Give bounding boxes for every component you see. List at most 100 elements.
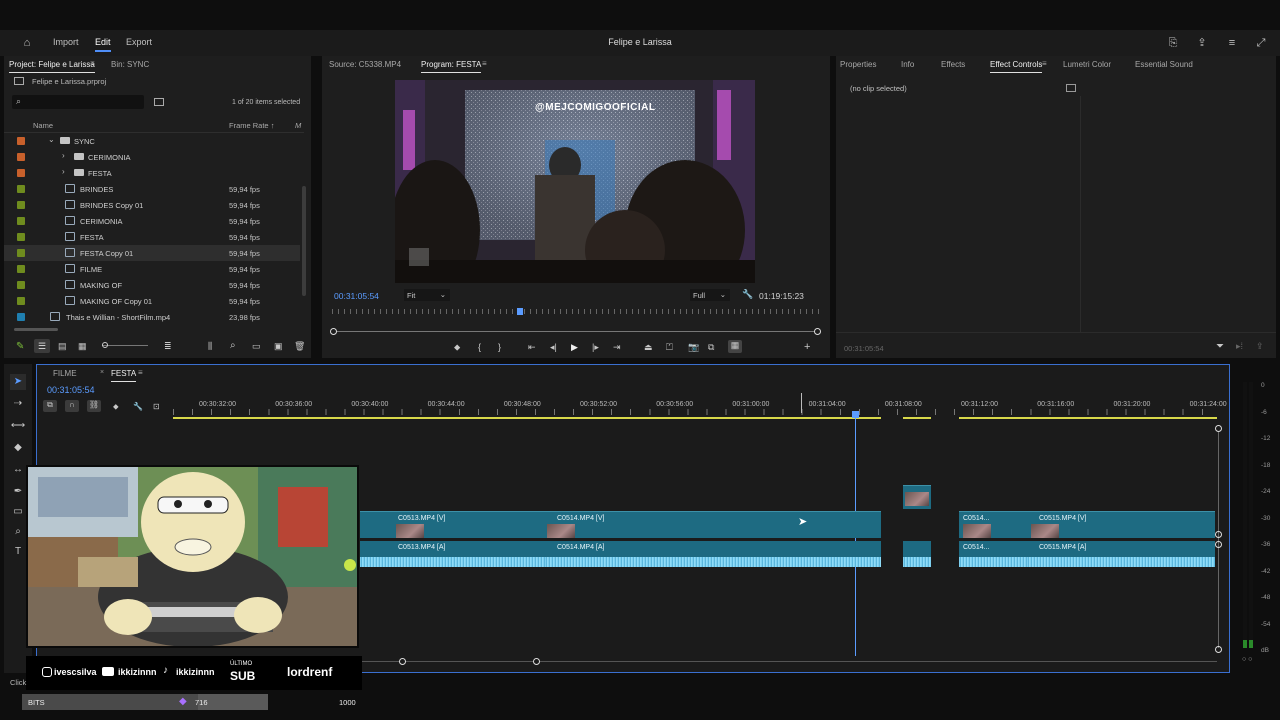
sort-icon[interactable]: ≣ <box>164 341 172 352</box>
fullscreen-icon[interactable]: ⤢ <box>1254 36 1268 50</box>
project-item[interactable]: BRINDES Copy 01 59,94 fps <box>4 197 300 213</box>
find-icon[interactable]: ⌕ <box>230 340 236 351</box>
slip-icon[interactable]: ↔ <box>10 462 26 478</box>
add-button-icon[interactable]: + <box>804 341 810 353</box>
trash-icon[interactable]: 🗑 <box>294 341 305 352</box>
label-color-swatch[interactable] <box>17 249 25 257</box>
tab-effects[interactable]: Effects <box>941 60 965 69</box>
clip-v2[interactable] <box>903 485 931 509</box>
menu-edit[interactable]: Edit <box>95 37 111 52</box>
clip-audio-1[interactable]: C0513.MP4 [A] <box>360 541 545 567</box>
quick-export-icon[interactable]: ⎘ <box>1166 36 1180 50</box>
clip-video-1[interactable]: C0513.MP4 [V] <box>360 511 545 538</box>
col-header-framerate[interactable]: Frame Rate ↑ <box>229 121 274 130</box>
scroll-right-handle[interactable] <box>533 658 540 665</box>
share-icon[interactable]: ⇪ <box>1195 36 1209 50</box>
menu-export[interactable]: Export <box>126 37 152 47</box>
filter-icon[interactable]: ⏷ <box>1216 341 1224 352</box>
selection-tool-icon[interactable]: ➤ <box>10 374 26 390</box>
clip-audio-3[interactable]: C0514... <box>959 541 1027 567</box>
project-hscroll[interactable] <box>14 328 58 331</box>
fit-dropdown[interactable]: Fit ⌄ <box>404 289 450 301</box>
zoom-end-handle[interactable] <box>814 328 821 335</box>
track-select-icon[interactable]: ⇢ <box>10 396 26 412</box>
step-forward-icon[interactable]: |▸ <box>592 342 599 353</box>
track-height-handle[interactable] <box>1215 541 1222 548</box>
pen-icon[interactable]: ✒ <box>10 484 26 500</box>
automate-icon[interactable]: ⫼ <box>208 341 212 352</box>
label-color-swatch[interactable] <box>17 281 25 289</box>
linked-selection-icon[interactable]: ⛓ <box>87 400 101 412</box>
tab-sequence-filme[interactable]: FILME <box>53 369 77 378</box>
work-area-bar[interactable] <box>173 417 881 419</box>
program-current-time[interactable]: 00:31:05:54 <box>334 291 379 301</box>
tab-bin-sync[interactable]: Bin: SYNC <box>111 60 149 69</box>
label-color-swatch[interactable] <box>17 217 25 225</box>
work-area-bar-segment[interactable] <box>959 417 1217 419</box>
type-icon[interactable]: T <box>10 544 26 560</box>
search-input[interactable]: ⌕ <box>12 95 144 109</box>
new-bin-bottom-icon[interactable]: ▭ <box>252 341 261 352</box>
horizontal-scroll-track[interactable] <box>357 661 1217 662</box>
freeform-view-icon[interactable]: ▦ <box>78 341 87 352</box>
new-item-icon[interactable]: ▣ <box>274 341 283 352</box>
quality-dropdown[interactable]: Full ⌄ <box>690 289 730 301</box>
step-back-icon[interactable]: ◂| <box>550 342 557 353</box>
list-view-icon[interactable]: ☰ <box>34 339 50 353</box>
safe-margins-icon[interactable]: ▦ <box>728 340 742 353</box>
zoom-slider-handle[interactable] <box>102 342 108 348</box>
zoom-start-handle[interactable] <box>330 328 337 335</box>
project-item[interactable]: › FESTA <box>4 165 300 181</box>
timeline-settings-icon[interactable]: 🔧 <box>133 402 143 411</box>
tab-lumetri-color[interactable]: Lumetri Color <box>1063 60 1111 69</box>
clip-video-3[interactable]: C0514... <box>959 511 1027 538</box>
vertical-zoom-handle-bottom[interactable] <box>1215 646 1222 653</box>
scroll-left-handle[interactable] <box>399 658 406 665</box>
new-bin-icon[interactable] <box>154 98 164 106</box>
label-color-swatch[interactable] <box>17 297 25 305</box>
add-marker-icon[interactable]: ⬥ <box>113 402 119 412</box>
go-to-in-icon[interactable]: ⇤ <box>528 342 536 353</box>
tab-sequence-festa[interactable]: FESTA <box>111 369 137 382</box>
chevron-down-icon[interactable]: ⌄ <box>48 135 55 144</box>
razor-icon[interactable]: ◆ <box>10 440 26 456</box>
label-color-swatch[interactable] <box>17 233 25 241</box>
menu-import[interactable]: Import <box>53 37 79 47</box>
label-color-swatch[interactable] <box>17 153 25 161</box>
icon-view-icon[interactable]: ▤ <box>58 341 67 352</box>
clip-audio-2[interactable]: C0514.MP4 [A] <box>545 541 881 567</box>
ripple-edit-icon[interactable]: ⟷ <box>10 418 26 434</box>
project-scrollbar[interactable] <box>302 186 306 296</box>
menu-icon[interactable]: ≡ <box>1225 36 1239 50</box>
wrench-icon[interactable]: 🔧 <box>742 289 753 300</box>
vertical-zoom-handle[interactable] <box>1215 425 1222 432</box>
chevron-right-icon[interactable]: › <box>62 151 65 160</box>
rectangle-icon[interactable]: ▭ <box>10 504 26 520</box>
tab-project[interactable]: Project: Felipe e Larissa <box>9 60 95 73</box>
program-menu-icon[interactable]: ≡ <box>482 59 487 68</box>
timeline-playhead-handle[interactable] <box>852 411 859 418</box>
project-item[interactable]: › CERIMONIA <box>4 149 300 165</box>
label-color-swatch[interactable] <box>17 169 25 177</box>
effects-menu-icon[interactable]: ≡ <box>1042 59 1047 68</box>
timeline-menu-icon[interactable]: ≡ <box>138 368 143 377</box>
project-item[interactable]: CERIMONIA 59,94 fps <box>4 213 300 229</box>
meter-solo-icons[interactable]: ○ ○ <box>1242 656 1252 663</box>
chevron-right-icon[interactable]: › <box>62 167 65 176</box>
close-icon[interactable]: × <box>100 369 104 376</box>
tab-program[interactable]: Program: FESTA <box>421 60 482 73</box>
extract-icon[interactable]: ⏍ <box>666 342 673 353</box>
play-icon[interactable]: ▶ <box>571 342 578 353</box>
play-audio-icon[interactable]: ▸⁞ <box>1236 341 1243 352</box>
compare-icon[interactable]: ⧉ <box>708 342 714 353</box>
pencil-icon[interactable]: ✎ <box>16 341 24 352</box>
tab-properties[interactable]: Properties <box>840 60 876 69</box>
snap-icon[interactable]: ∩ <box>65 400 79 412</box>
project-item[interactable]: FESTA 59,94 fps <box>4 229 300 245</box>
mark-out-icon[interactable]: } <box>498 342 501 352</box>
clip-video-4[interactable]: C0515.MP4 [V] <box>1027 511 1215 538</box>
marker-icon[interactable]: ⬥ <box>454 342 460 353</box>
program-video-frame[interactable]: @MEJCOMIGOOFICIAL <box>395 80 755 283</box>
project-item[interactable]: FESTA Copy 01 59,94 fps <box>4 245 300 261</box>
project-item[interactable]: Thais e Willian - ShortFilm.mp4 23,98 fps <box>4 309 300 325</box>
